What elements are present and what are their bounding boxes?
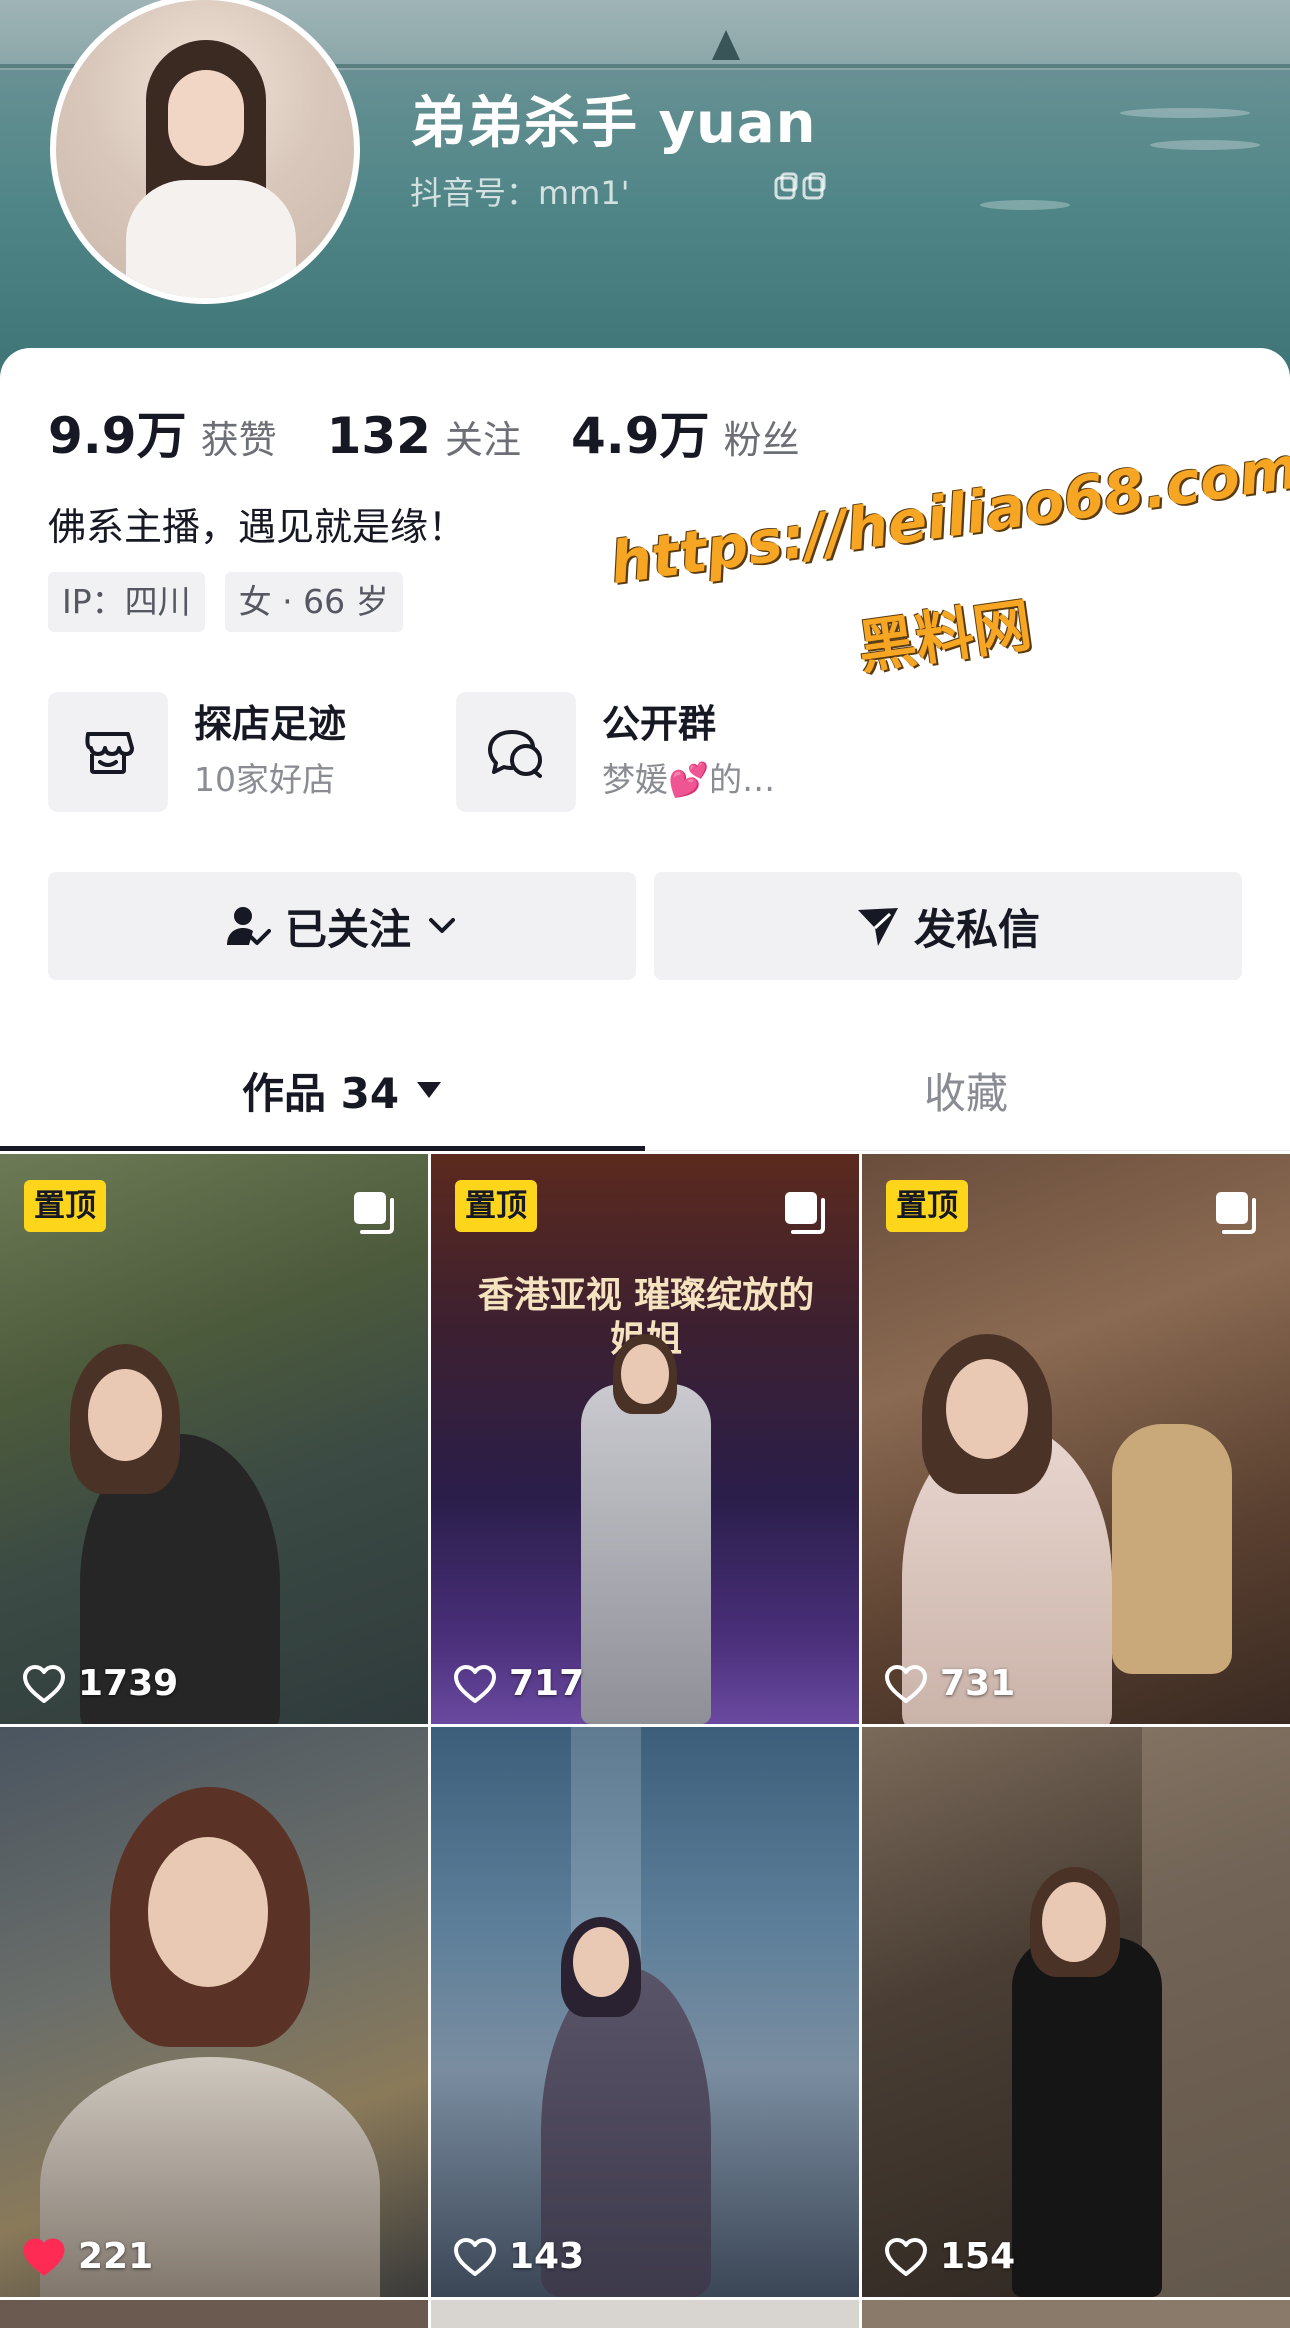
multi-image-icon xyxy=(354,1192,394,1234)
profile-name: 弟弟杀手 yuan xyxy=(410,91,817,156)
tab-active-indicator xyxy=(0,1146,645,1151)
store-icon xyxy=(48,692,168,812)
likes-count: 154 xyxy=(884,2236,1015,2277)
stat-following[interactable]: 132 关注 xyxy=(327,407,521,465)
likes-count: 717 xyxy=(453,1663,584,1704)
send-icon xyxy=(857,908,898,946)
gender-age-tag: 女 · 66 岁 xyxy=(224,572,403,632)
feature-subtitle: 10家好店 xyxy=(194,760,335,799)
profile-tags: IP：四川 女 · 66 岁 xyxy=(48,572,403,632)
stat-label: 关注 xyxy=(444,418,521,462)
heart-outline-icon xyxy=(454,2237,496,2276)
message-button[interactable]: 发私信 xyxy=(654,872,1242,980)
feature-store-visits[interactable]: 探店足迹 10家好店 xyxy=(48,692,346,812)
profile-stats: 9.9万 获赞 132 关注 4.9万 粉丝 xyxy=(48,396,800,465)
multi-image-icon xyxy=(785,1192,825,1234)
follow-button[interactable]: 已关注 xyxy=(48,872,636,980)
profile-bio: 佛系主播，遇见就是缘！ xyxy=(48,505,467,549)
tab-works[interactable]: 作品 34 xyxy=(242,1050,443,1130)
video-tile[interactable]: 置顶 1739 xyxy=(0,1154,428,1724)
message-button-label: 发私信 xyxy=(913,904,1040,954)
pinned-badge: 置顶 xyxy=(24,1180,106,1232)
likes-value: 717 xyxy=(509,1663,585,1704)
likes-value: 221 xyxy=(78,2236,154,2277)
video-tile[interactable]: 154 xyxy=(862,1727,1290,2297)
video-tile[interactable]: 置顶 731 xyxy=(862,1154,1290,1724)
heart-outline-icon xyxy=(454,1664,496,1703)
copy-icon[interactable] xyxy=(772,172,832,202)
stat-label: 获赞 xyxy=(200,418,277,462)
stat-value: 132 xyxy=(326,407,431,465)
pinned-badge: 置顶 xyxy=(455,1180,537,1232)
likes-count: 731 xyxy=(884,1663,1015,1704)
video-tile[interactable] xyxy=(862,2300,1290,2328)
video-tile[interactable]: 香港亚视 璀璨绽放的姐姐 置顶 717 xyxy=(431,1154,859,1724)
douyin-id: 抖音号：mm1' xyxy=(410,174,630,212)
video-tile[interactable]: 143 xyxy=(431,1727,859,2297)
likes-value: 154 xyxy=(940,2236,1016,2277)
stat-likes[interactable]: 9.9万 获赞 xyxy=(48,396,277,468)
feature-subtitle: 梦媛💕的… xyxy=(602,760,776,799)
user-check-icon xyxy=(226,907,271,945)
likes-count: 1739 xyxy=(22,1663,178,1704)
tab-label: 收藏 xyxy=(924,1068,1009,1118)
likes-value: 1739 xyxy=(78,1663,179,1704)
likes-count: 143 xyxy=(453,2236,584,2277)
likes-count: 221 xyxy=(22,2236,153,2277)
feature-public-group[interactable]: 公开群 梦媛💕的… xyxy=(456,692,775,812)
chevron-down-icon xyxy=(429,918,455,933)
pinned-badge: 置顶 xyxy=(886,1180,968,1232)
stat-value: 9.9万 xyxy=(48,407,187,465)
tab-label: 作品 34 xyxy=(242,1068,400,1118)
likes-value: 731 xyxy=(940,1663,1016,1704)
video-tile[interactable]: 221 xyxy=(0,1727,428,2297)
follow-button-label: 已关注 xyxy=(284,904,411,954)
ip-tag: IP：四川 xyxy=(48,572,205,632)
feature-title: 公开群 xyxy=(602,702,717,746)
feature-title: 探店足迹 xyxy=(194,702,347,746)
avatar[interactable] xyxy=(50,0,360,304)
heart-outline-icon xyxy=(885,1664,927,1703)
video-tile[interactable] xyxy=(0,2300,428,2328)
video-tile[interactable] xyxy=(431,2300,859,2328)
sailboat-decoration xyxy=(712,30,740,60)
likes-value: 143 xyxy=(509,2236,585,2277)
multi-image-icon xyxy=(1216,1192,1256,1234)
caret-down-icon xyxy=(417,1082,442,1098)
heart-outline-icon xyxy=(885,2237,927,2276)
stat-followers[interactable]: 4.9万 粉丝 xyxy=(571,396,800,468)
stat-value: 4.9万 xyxy=(570,407,710,465)
tab-favorites[interactable]: 收藏 xyxy=(924,1050,1008,1130)
stat-label: 粉丝 xyxy=(723,418,800,462)
heart-outline-icon xyxy=(23,1664,65,1703)
heart-filled-icon xyxy=(23,2238,65,2275)
chat-group-icon xyxy=(456,692,576,812)
